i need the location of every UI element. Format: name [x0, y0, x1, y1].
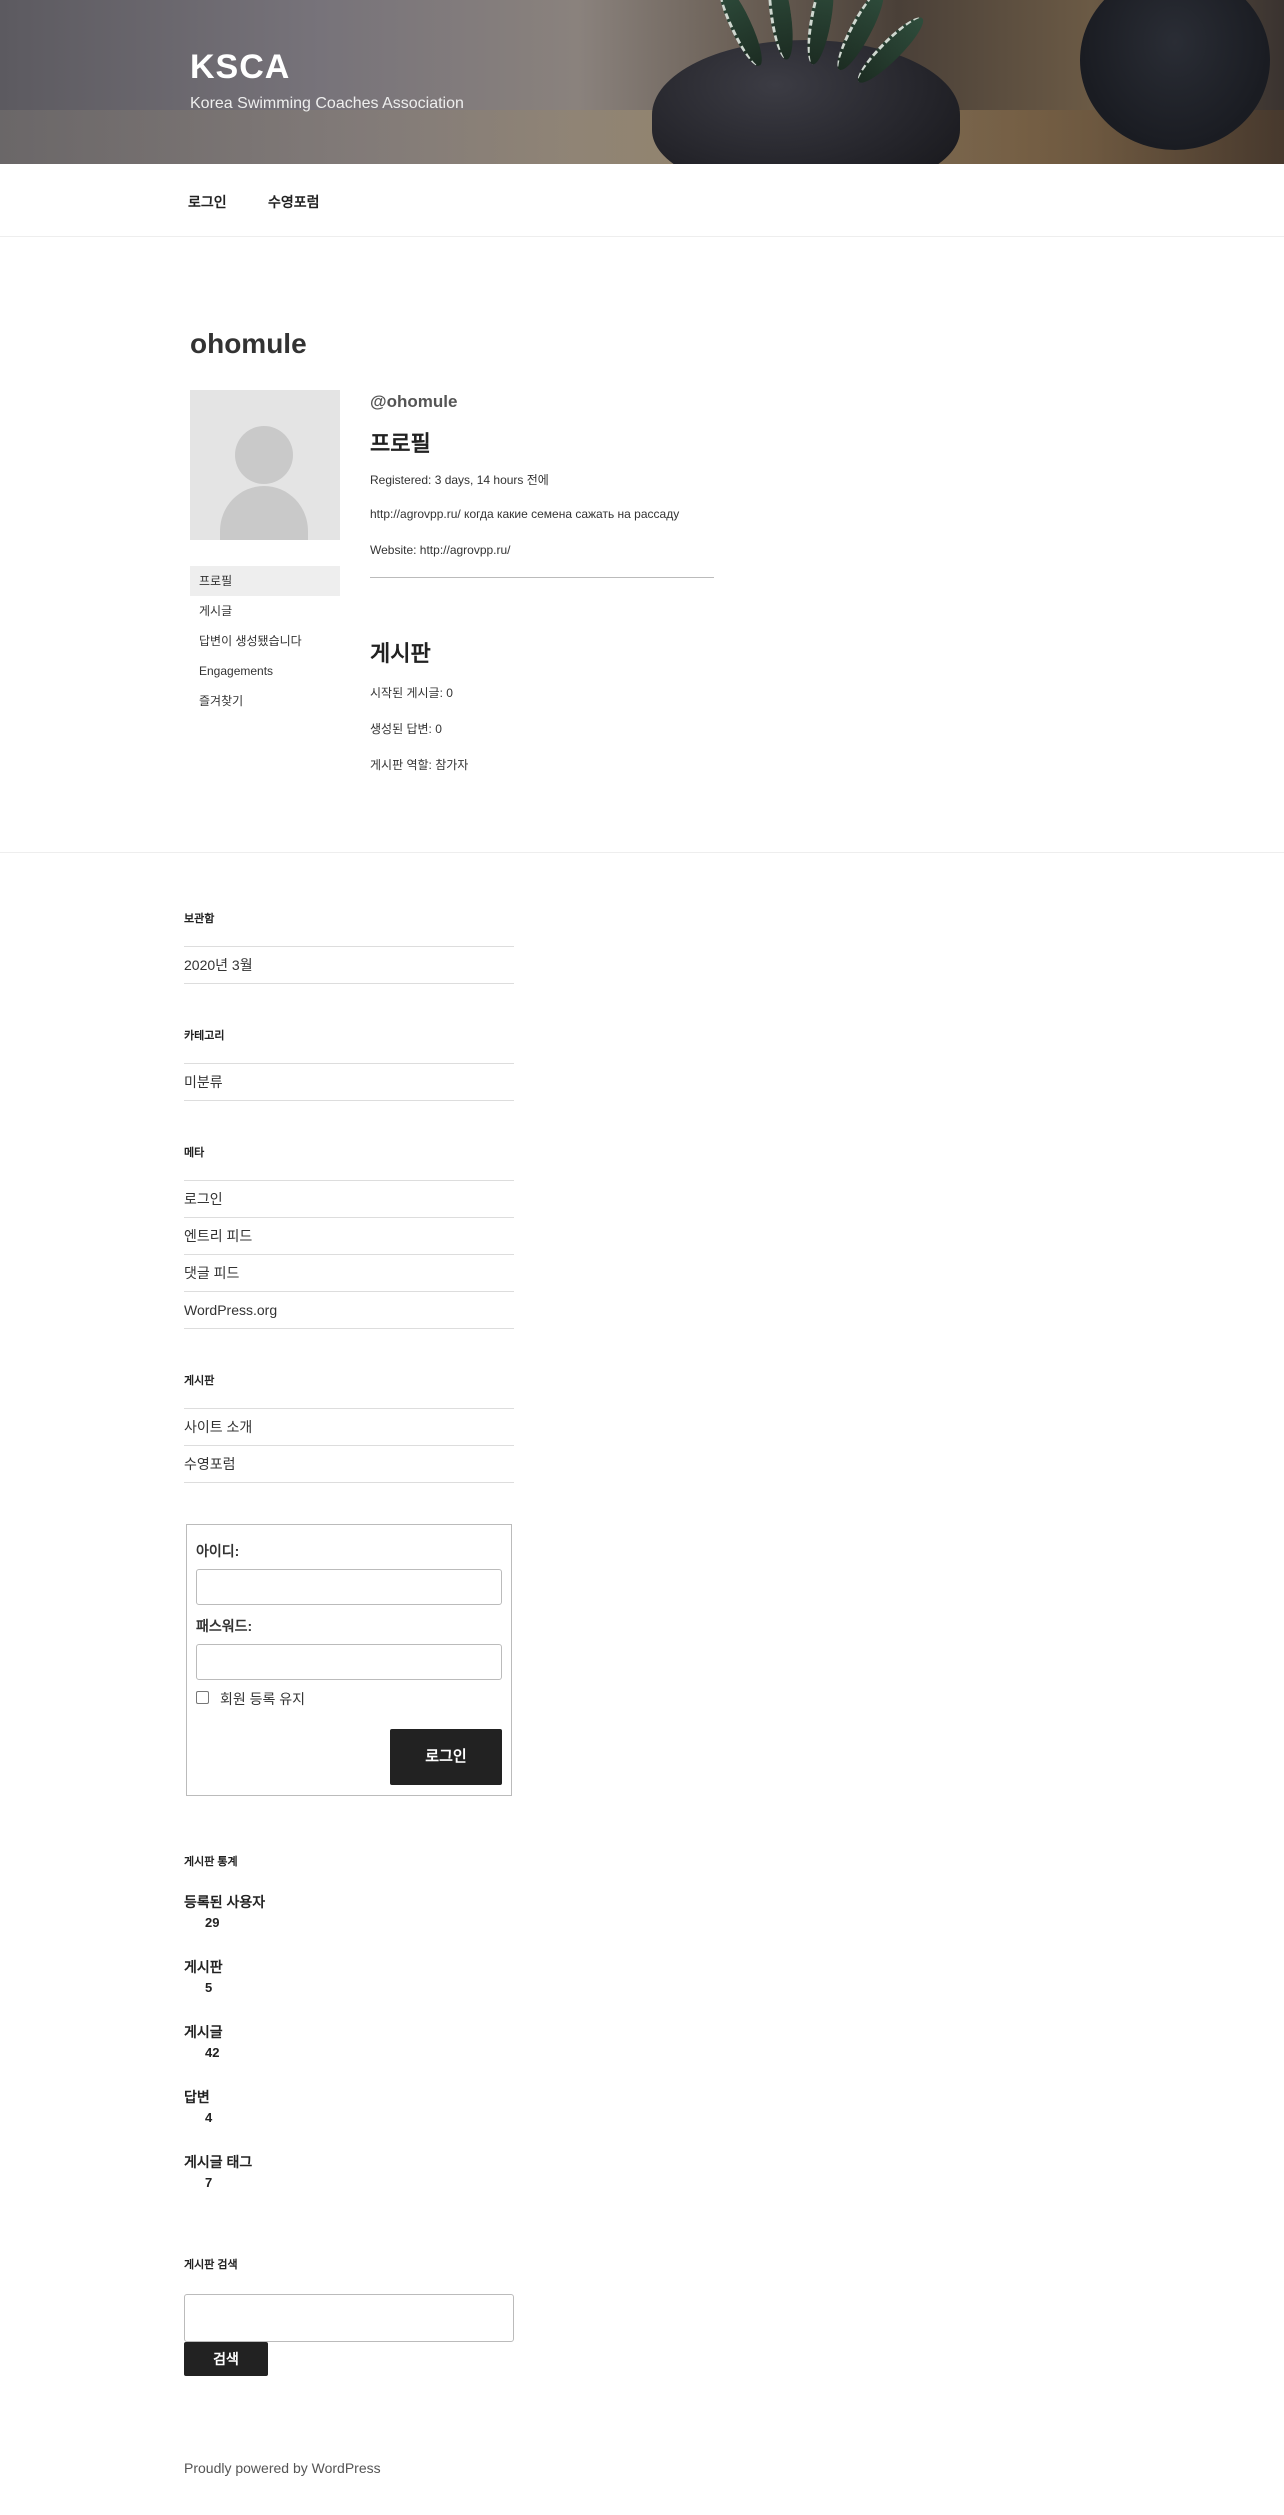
- remember-me-label: 회원 등록 유지: [220, 1691, 306, 1707]
- header-image-plant-pot: [652, 40, 960, 164]
- profile-menu-replies[interactable]: 답변이 생성됐습니다: [190, 626, 340, 656]
- remember-me-checkbox[interactable]: [196, 1691, 209, 1704]
- stat-label-replies: 답변: [184, 2089, 210, 2105]
- login-button[interactable]: 로그인: [390, 1729, 502, 1785]
- meta-link-login[interactable]: 로그인: [184, 1181, 514, 1218]
- user-website: Website: http://agrovpp.ru/: [370, 543, 511, 557]
- content-divider: [0, 852, 1284, 853]
- username-input[interactable]: [196, 1569, 502, 1605]
- forum-search-input[interactable]: [184, 2294, 514, 2342]
- categories-list: 미분류: [184, 1063, 514, 1101]
- stat-value-topic-tags: 7: [205, 2175, 213, 2190]
- profile-heading: 프로필: [370, 431, 431, 456]
- stat-value-forums: 5: [205, 1980, 213, 1995]
- archives-list: 2020년 3월: [184, 946, 514, 984]
- forum-link-about[interactable]: 사이트 소개: [184, 1409, 514, 1446]
- site-title[interactable]: KSCA: [190, 48, 290, 87]
- forum-heading: 게시판: [370, 641, 431, 666]
- forums-widget-title: 게시판: [184, 1375, 215, 1387]
- profile-menu-topics[interactable]: 게시글: [190, 596, 340, 626]
- stat-label-users: 등록된 사용자: [184, 1894, 266, 1910]
- categories-widget-title: 카테고리: [184, 1030, 225, 1042]
- meta-link-entries-feed[interactable]: 엔트리 피드: [184, 1218, 514, 1255]
- site-header: KSCA Korea Swimming Coaches Association: [0, 0, 1284, 164]
- avatar-head-shape: [235, 426, 293, 484]
- page-title: ohomule: [190, 328, 307, 359]
- forums-list: 사이트 소개 수영포럼: [184, 1408, 514, 1483]
- meta-list: 로그인 엔트리 피드 댓글 피드 WordPress.org: [184, 1180, 514, 1329]
- site-description: Korea Swimming Coaches Association: [190, 95, 464, 112]
- meta-link-comments-feed[interactable]: 댓글 피드: [184, 1255, 514, 1292]
- footer-credit[interactable]: Proudly powered by WordPress: [184, 2460, 381, 2476]
- replies-created: 생성된 답변: 0: [370, 722, 442, 736]
- archive-link[interactable]: 2020년 3월: [184, 947, 514, 984]
- password-label: 패스워드:: [196, 1618, 253, 1634]
- forum-search-widget-title: 게시판 검색: [184, 2259, 238, 2271]
- forum-role: 게시판 역할: 참가자: [370, 758, 469, 772]
- login-widget: 아이디: 패스워드: 회원 등록 유지 로그인: [186, 1524, 512, 1796]
- meta-widget-title: 메타: [184, 1147, 205, 1159]
- avatar-body-shape: [220, 486, 308, 540]
- archives-widget-title: 보관함: [184, 913, 215, 925]
- profile-menu-profile[interactable]: 프로필: [190, 566, 340, 596]
- profile-menu-favorites[interactable]: 즐겨찾기: [190, 686, 340, 716]
- stat-label-topics: 게시글: [184, 2024, 223, 2040]
- stat-label-forums: 게시판: [184, 1959, 223, 1975]
- nav-item-swim-forum[interactable]: 수영포럼: [268, 192, 320, 212]
- stat-value-users: 29: [205, 1915, 220, 1930]
- profile-menu: 프로필 게시글 답변이 생성됐습니다 Engagements 즐겨찾기: [190, 566, 340, 716]
- user-handle: @ohomule: [370, 392, 458, 411]
- stat-value-replies: 4: [205, 2110, 213, 2125]
- main-navigation: 로그인 수영포럼: [0, 164, 1284, 237]
- user-bio: http://agrovpp.ru/ когда какие семена са…: [370, 507, 680, 521]
- header-image-table: [0, 110, 1284, 164]
- stat-value-topics: 42: [205, 2045, 220, 2060]
- avatar: [190, 390, 340, 540]
- meta-link-wordpress-org[interactable]: WordPress.org: [184, 1292, 514, 1329]
- profile-divider: [370, 577, 714, 578]
- profile-menu-engagements[interactable]: Engagements: [190, 656, 340, 686]
- registered-info: Registered: 3 days, 14 hours 전에: [370, 473, 549, 487]
- category-link[interactable]: 미분류: [184, 1064, 514, 1101]
- password-input[interactable]: [196, 1644, 502, 1680]
- forum-search-button[interactable]: 검색: [184, 2342, 268, 2376]
- topics-started: 시작된 게시글: 0: [370, 686, 453, 700]
- stats-widget-title: 게시판 통계: [184, 1856, 238, 1868]
- username-label: 아이디:: [196, 1543, 240, 1559]
- stat-label-topic-tags: 게시글 태그: [184, 2154, 253, 2170]
- forum-link-swim-forum[interactable]: 수영포럼: [184, 1446, 514, 1483]
- nav-item-login[interactable]: 로그인: [188, 192, 227, 212]
